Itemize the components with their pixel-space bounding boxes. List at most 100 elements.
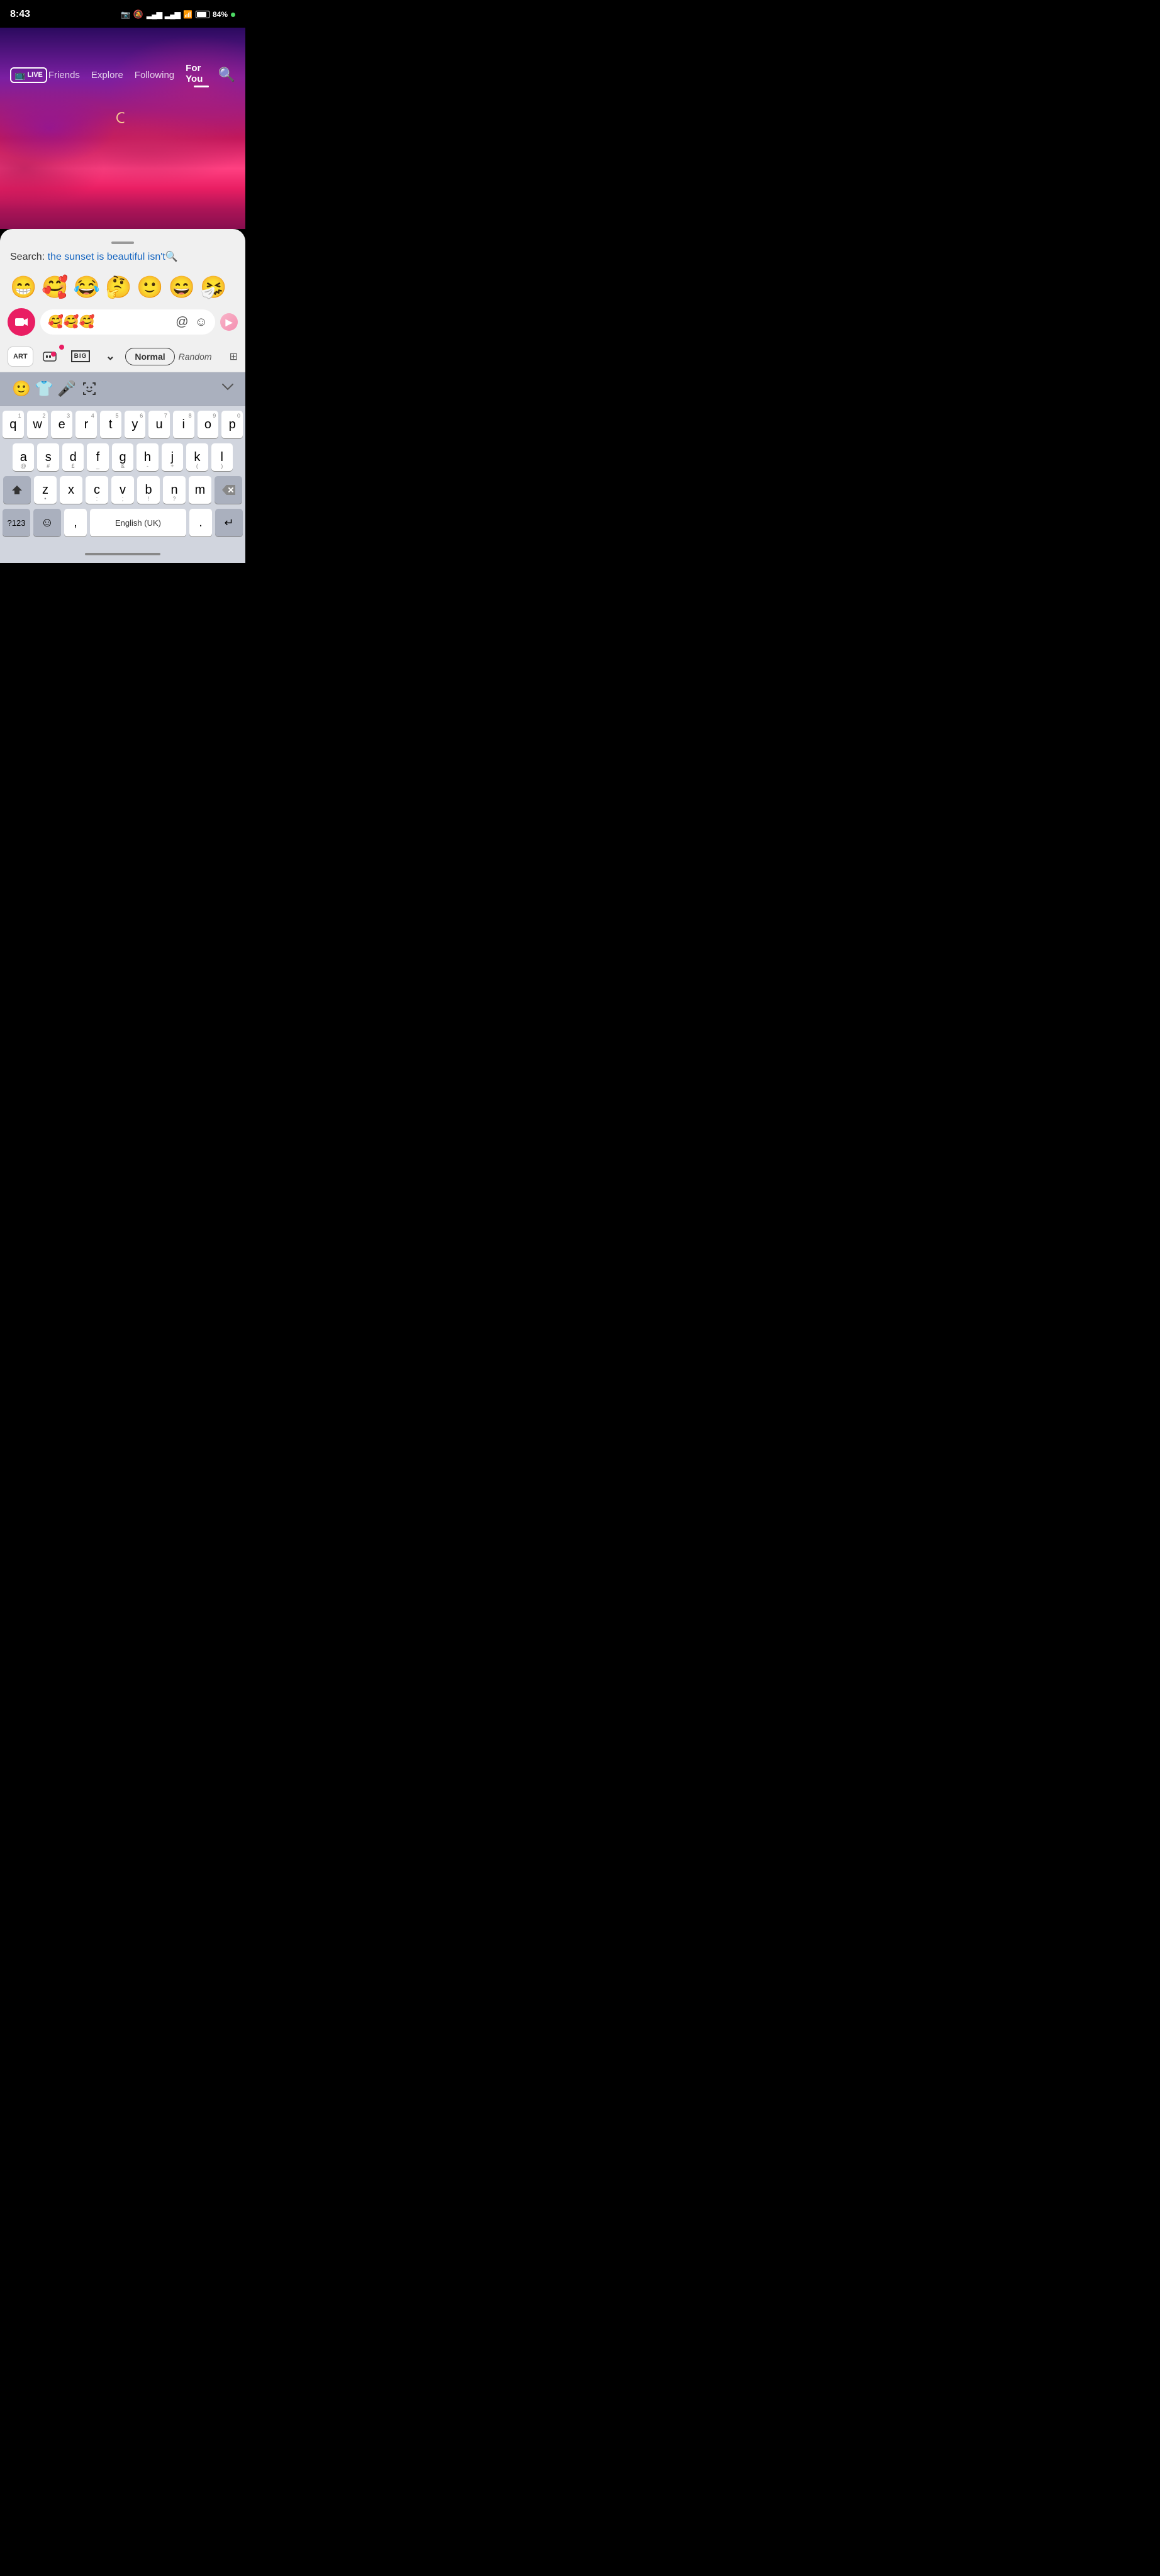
live-label: LIVE (27, 71, 42, 79)
tab-friends[interactable]: Friends (47, 67, 81, 83)
comment-input-actions: @ ☺ (176, 315, 208, 330)
delete-icon (221, 485, 235, 495)
key-w[interactable]: 2w (27, 411, 48, 438)
swipe-handle (111, 242, 134, 244)
emoji-6[interactable]: 😄 (169, 277, 195, 298)
live-badge[interactable]: 📺 LIVE (10, 67, 47, 83)
more-icon: ⊞ (230, 352, 238, 362)
keyboard-top-row: 🙂 👕 🎤 (0, 372, 245, 406)
signal-icon-2: ▂▄▆ (165, 10, 180, 19)
nav-tabs: Friends Explore Following For You (47, 60, 218, 90)
space-key[interactable]: English (UK) (90, 509, 186, 536)
emoji-face-key[interactable]: 🙂 (10, 377, 33, 400)
battery-bar (196, 11, 209, 18)
emoji-1[interactable]: 😁 (10, 277, 36, 298)
record-button[interactable] (8, 308, 35, 336)
battery-percent: 84% (213, 10, 228, 19)
key-x[interactable]: x (60, 476, 82, 504)
signal-icon-1: ▂▄▆ (147, 10, 162, 19)
ai-icon (42, 350, 57, 363)
key-p[interactable]: 0p (221, 411, 243, 438)
live-tv-icon: 📺 (14, 70, 25, 80)
delete-key[interactable] (215, 476, 242, 504)
mute-icon: 🔕 (133, 9, 143, 19)
battery-charging-dot (231, 13, 235, 17)
key-r[interactable]: 4r (75, 411, 97, 438)
tab-for-you[interactable]: For You (184, 60, 218, 90)
wifi-icon: 📶 (183, 10, 192, 19)
comment-input-box[interactable]: 🥰🥰🥰 @ ☺ (40, 309, 215, 335)
comma-key[interactable]: , (64, 509, 87, 536)
key-d[interactable]: £d (62, 443, 84, 471)
emoji-3[interactable]: 😂 (74, 277, 100, 298)
shift-key[interactable] (3, 476, 31, 504)
key-b[interactable]: !b (137, 476, 160, 504)
key-i[interactable]: 8i (173, 411, 194, 438)
key-l[interactable]: )l (211, 443, 233, 471)
chevron-down-icon (220, 379, 235, 394)
key-s[interactable]: #s (37, 443, 59, 471)
key-h[interactable]: -h (137, 443, 158, 471)
key-k[interactable]: (k (186, 443, 208, 471)
tab-underline (194, 86, 209, 87)
key-q[interactable]: 1q (3, 411, 24, 438)
keyboard-row-1: 1q 2w 3e 4r 5t 6y 7u 8i 9o 0p (3, 411, 243, 438)
art-button[interactable]: ART (8, 347, 33, 367)
keyboard-row-3: •z x :c ;v !b ?n m (3, 476, 243, 504)
key-m[interactable]: m (189, 476, 211, 504)
status-icons: 📷 🔕 ▂▄▆ ▂▄▆ 📶 84% (121, 9, 235, 19)
search-panel: Search: the sunset is beautiful isn't🔍 (0, 229, 245, 269)
emoji-key[interactable]: ☺ (33, 509, 61, 536)
normal-button[interactable]: Normal (125, 348, 174, 365)
tab-explore[interactable]: Explore (90, 67, 125, 83)
face-id-icon (82, 381, 97, 396)
emoji-2[interactable]: 🥰 (42, 277, 68, 298)
nav-left: 📺 LIVE (10, 67, 47, 83)
tab-following[interactable]: Following (133, 67, 176, 83)
more-button[interactable]: ⊞ (230, 350, 238, 363)
search-label: Search: (10, 252, 48, 262)
key-v[interactable]: ;v (111, 476, 134, 504)
tshirt-key[interactable]: 👕 (33, 377, 55, 400)
big-button[interactable]: BIG (66, 347, 96, 367)
random-button[interactable]: Random (179, 352, 212, 362)
send-button[interactable]: ▶ (220, 313, 238, 331)
key-c[interactable]: :c (86, 476, 108, 504)
status-bar: 8:43 📷 🔕 ▂▄▆ ▂▄▆ 📶 84% (0, 0, 245, 28)
battery-fill (197, 12, 206, 17)
dropdown-button[interactable]: ⌄ (99, 346, 121, 367)
key-t[interactable]: 5t (100, 411, 121, 438)
search-icon[interactable]: 🔍 (218, 67, 235, 83)
emoji-5[interactable]: 🙂 (137, 277, 163, 298)
period-key[interactable]: . (189, 509, 212, 536)
emoji-4[interactable]: 🤔 (105, 277, 131, 298)
num123-key[interactable]: ?123 (3, 509, 30, 536)
ai-badge (59, 345, 64, 350)
shift-icon (11, 484, 23, 496)
comment-input-text: 🥰🥰🥰 (48, 316, 176, 328)
keyboard-dismiss-button[interactable] (220, 379, 235, 398)
face-id-key[interactable] (78, 377, 101, 400)
key-u[interactable]: 7u (148, 411, 170, 438)
key-a[interactable]: @a (13, 443, 34, 471)
emoji-7[interactable]: 🤧 (200, 277, 226, 298)
keyboard: 1q 2w 3e 4r 5t 6y 7u 8i 9o 0p @a #s £d _… (0, 406, 245, 545)
search-query: the sunset is beautiful isn't (48, 252, 165, 262)
key-z[interactable]: •z (34, 476, 57, 504)
key-j[interactable]: +j (162, 443, 183, 471)
key-o[interactable]: 9o (198, 411, 219, 438)
microphone-key[interactable]: 🎤 (55, 377, 78, 400)
key-e[interactable]: 3e (51, 411, 72, 438)
arrow-icon: ▶ (226, 317, 233, 328)
key-f[interactable]: _f (87, 443, 108, 471)
key-y[interactable]: 6y (125, 411, 146, 438)
emoji-row: 😁 🥰 😂 🤔 🙂 😄 🤧 (0, 269, 245, 303)
ai-button[interactable] (37, 347, 62, 367)
return-key[interactable]: ↵ (215, 509, 243, 536)
at-icon[interactable]: @ (176, 315, 188, 330)
key-g[interactable]: &g (112, 443, 133, 471)
camera-icon (15, 317, 28, 327)
key-n[interactable]: ?n (163, 476, 186, 504)
emoji-picker-icon[interactable]: ☺ (195, 315, 208, 330)
search-text-area: Search: the sunset is beautiful isn't🔍 (10, 250, 235, 263)
